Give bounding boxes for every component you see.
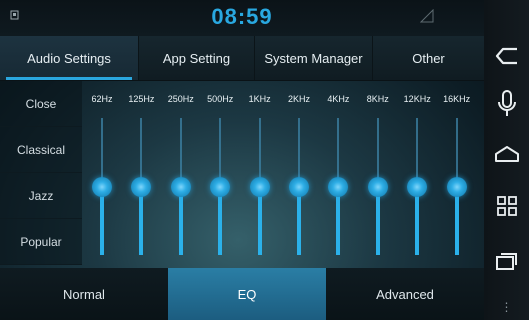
tab-label: System Manager bbox=[264, 50, 363, 66]
apps-grid-icon bbox=[496, 196, 517, 216]
slider-thumb[interactable] bbox=[328, 176, 349, 197]
slider-fill bbox=[139, 186, 144, 255]
signal-icon bbox=[420, 9, 434, 23]
mode-normal-button[interactable]: Normal bbox=[0, 268, 168, 320]
preset-jazz[interactable]: Jazz bbox=[0, 173, 82, 219]
slider-thumb[interactable] bbox=[131, 176, 152, 197]
slider-thumb[interactable] bbox=[249, 176, 270, 197]
slider-fill bbox=[297, 186, 301, 255]
slider-thumb[interactable] bbox=[407, 176, 428, 197]
mode-label: Normal bbox=[63, 286, 105, 302]
slider-fill bbox=[336, 186, 341, 255]
head-unit-screen: 08:59 Audio Settings App Setting System … bbox=[0, 0, 529, 320]
status-bar: 08:59 bbox=[0, 0, 484, 36]
recent-apps-button[interactable] bbox=[484, 236, 529, 284]
slider-thumb[interactable] bbox=[289, 176, 309, 197]
eq-band-slider[interactable] bbox=[249, 118, 270, 255]
mode-eq-button[interactable]: EQ bbox=[168, 268, 326, 320]
settings-tabs: Audio Settings App Setting System Manage… bbox=[0, 36, 484, 81]
microphone-icon bbox=[497, 90, 516, 116]
system-nav-bar: ⋮ bbox=[484, 0, 529, 320]
slider-fill bbox=[454, 186, 459, 255]
equalizer-panel: 62Hz 125Hz 250Hz 500Hz 1KHz 2KHz 4KHz 8KHz 12KHz… bbox=[82, 81, 484, 266]
slider-fill bbox=[375, 186, 380, 255]
eq-band-slider[interactable] bbox=[92, 118, 112, 255]
eq-band-frequency-label: 4KHz bbox=[327, 94, 350, 104]
tab-label: App Setting bbox=[162, 50, 231, 66]
back-button[interactable] bbox=[484, 32, 529, 80]
tab-label: Other bbox=[412, 50, 445, 66]
slider-thumb[interactable] bbox=[446, 176, 467, 197]
eq-band-slider[interactable] bbox=[131, 118, 152, 255]
mode-label: EQ bbox=[237, 286, 257, 302]
home-icon bbox=[494, 146, 519, 162]
eq-preset-list: Close Classical Jazz Popular bbox=[0, 81, 82, 266]
recent-apps-icon bbox=[495, 253, 517, 270]
eq-band-frequency-label: 8KHz bbox=[366, 94, 389, 104]
tab-audio-settings[interactable]: Audio Settings bbox=[0, 36, 138, 80]
slider-fill bbox=[100, 186, 104, 255]
tab-app-setting[interactable]: App Setting bbox=[138, 36, 254, 80]
slider-thumb[interactable] bbox=[367, 176, 388, 197]
clock: 08:59 bbox=[211, 4, 273, 29]
home-button[interactable] bbox=[484, 130, 529, 178]
slider-fill bbox=[218, 186, 223, 255]
sound-mode-bar: Normal EQ Advanced bbox=[0, 268, 484, 320]
tab-label: Audio Settings bbox=[27, 50, 111, 66]
tab-other[interactable]: Other bbox=[372, 36, 484, 80]
eq-band-frequency-label: 2KHz bbox=[287, 94, 311, 104]
eq-band-frequency-label: 62Hz bbox=[91, 94, 113, 104]
eq-band-slider[interactable] bbox=[170, 118, 191, 255]
apps-button[interactable] bbox=[484, 182, 529, 230]
eq-band-frequency-label: 12KHz bbox=[403, 94, 431, 104]
voice-button[interactable] bbox=[484, 80, 529, 128]
slider-fill bbox=[178, 186, 183, 255]
menu-dots-icon[interactable]: ⋮ bbox=[484, 300, 529, 314]
eq-band-frequency-label: 250Hz bbox=[167, 94, 194, 104]
eq-band-frequency-label: 500Hz bbox=[207, 94, 234, 104]
eq-band-slider[interactable] bbox=[367, 118, 388, 255]
eq-band-frequency-label: 16KHz bbox=[443, 94, 471, 104]
slider-thumb[interactable] bbox=[210, 176, 231, 197]
back-icon bbox=[495, 47, 517, 65]
eq-band-frequency-label: 1KHz bbox=[248, 94, 271, 104]
mode-label: Advanced bbox=[376, 286, 434, 302]
preset-close[interactable]: Close bbox=[0, 81, 82, 127]
slider-thumb[interactable] bbox=[92, 176, 112, 197]
slider-fill bbox=[257, 186, 262, 255]
tab-system-manager[interactable]: System Manager bbox=[254, 36, 372, 80]
mode-advanced-button[interactable]: Advanced bbox=[326, 268, 484, 320]
eq-band-slider[interactable] bbox=[407, 118, 428, 255]
preset-popular[interactable]: Popular bbox=[0, 219, 82, 265]
preset-classical[interactable]: Classical bbox=[0, 127, 82, 173]
eq-band-slider[interactable] bbox=[328, 118, 349, 255]
slider-fill bbox=[415, 186, 420, 255]
eq-band-slider[interactable] bbox=[210, 118, 231, 255]
slider-thumb[interactable] bbox=[170, 176, 191, 197]
eq-band-slider[interactable] bbox=[289, 118, 309, 255]
eq-band-frequency-label: 125Hz bbox=[128, 94, 155, 104]
eq-band-slider[interactable] bbox=[446, 118, 467, 255]
